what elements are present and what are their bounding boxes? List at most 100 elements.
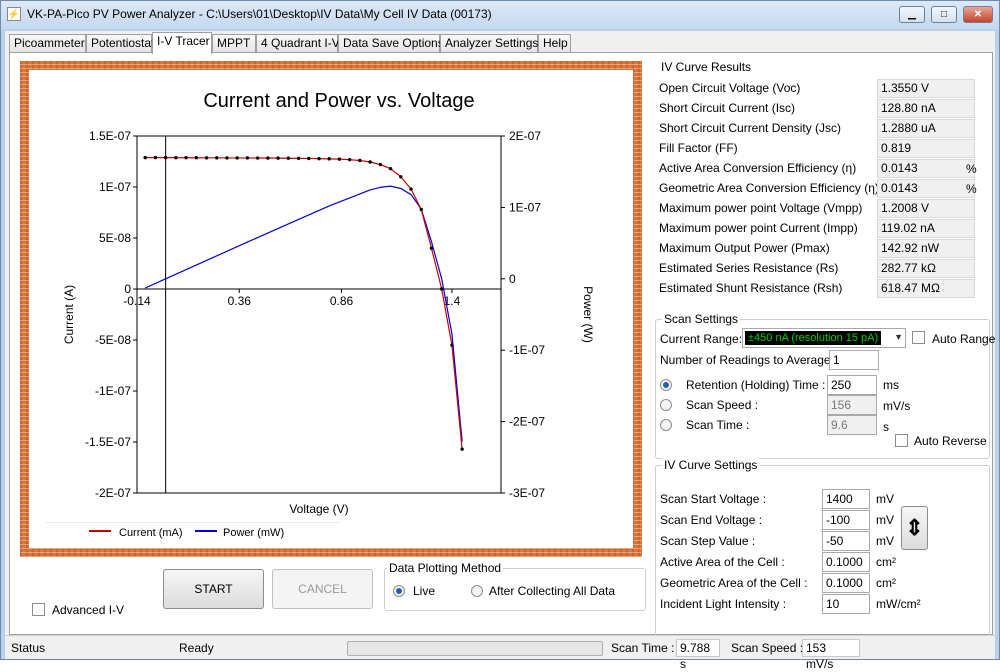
iv-setting-label: Geometric Area of the Cell : [660, 576, 808, 590]
after-collecting-radio[interactable] [471, 585, 483, 597]
x-tick-label: 0.36 [228, 294, 252, 308]
tab-mppt[interactable]: MPPT [212, 34, 256, 53]
current-data-point [194, 156, 199, 160]
result-label: Maximum Output Power (Pmax) [659, 241, 830, 255]
y2-tick-label: 2E-07 [509, 129, 541, 143]
result-value: 1.2008 V [877, 199, 975, 218]
readings-input[interactable]: 1 [829, 350, 879, 370]
y2-tick-label: -2E-07 [509, 415, 545, 429]
status-state: Ready [179, 641, 214, 655]
current-series-line [145, 157, 463, 450]
result-value: 0.819 [877, 139, 975, 158]
y-axis-label: Current (A) [62, 285, 76, 344]
scan-time-status-value: 9.788 s [676, 639, 720, 671]
up-down-arrow-icon[interactable]: ⇕ [901, 506, 928, 550]
current-range-value: ±450 nA (resolution 15 pA) [745, 331, 882, 345]
result-value: 1.2880 uA [877, 119, 975, 138]
tab-4-quadrant[interactable]: 4 Quadrant I-V [256, 34, 340, 53]
iv-setting-input[interactable]: 0.1000 [822, 552, 870, 572]
current-data-point [429, 246, 434, 250]
iv-tracer-panel: Current and Power vs. Voltage 1.5E-07 1E-0… [9, 52, 995, 643]
plot-method-group: Data Plotting Method Live After Collecti… [384, 561, 646, 611]
app-window: ⚡ VK-PA-Pico PV Power Analyzer - C:\User… [0, 0, 1000, 671]
tab-potentiostat[interactable]: Potentiostat [86, 34, 154, 53]
client-area: Picoammeter Potentiostat I-V Tracer MPPT… [5, 31, 995, 671]
iv-setting-input[interactable]: 1400 [822, 489, 870, 509]
iv-setting-unit: mV [876, 492, 894, 506]
advanced-iv-checkbox[interactable] [32, 603, 45, 616]
tab-analyzer-settings[interactable]: Analyzer Settings [440, 34, 538, 53]
y2-tick-label: 1E-07 [509, 200, 541, 214]
legend-power-label: Power (mW) [223, 527, 285, 539]
result-label: Active Area Conversion Efficiency (η) [659, 161, 857, 175]
tab-data-save-options[interactable]: Data Save Options [338, 34, 444, 53]
current-data-point [388, 166, 393, 171]
current-range-label: Current Range: [660, 332, 743, 346]
auto-reverse-checkbox[interactable] [895, 434, 908, 447]
iv-setting-unit: cm² [876, 555, 896, 569]
after-collecting-label: After Collecting All Data [489, 584, 616, 598]
current-range-select[interactable]: ±450 nA (resolution 15 pA) ▼ [742, 328, 906, 348]
current-data-point [358, 158, 362, 163]
iv-setting-unit: cm² [876, 576, 896, 590]
result-label: Short Circuit Current Density (Jsc) [659, 121, 842, 135]
result-value: 128.80 nA [877, 99, 975, 118]
current-data-point [409, 187, 413, 191]
scan-time-input[interactable]: 9.6 [827, 415, 877, 435]
close-button[interactable]: ✕ [963, 6, 993, 23]
current-data-point [460, 447, 464, 451]
maximize-button[interactable]: □ [931, 6, 957, 23]
auto-range-checkbox[interactable] [912, 331, 925, 344]
scan-settings-title: Scan Settings [662, 312, 741, 326]
x-tick-label: -0.14 [123, 294, 151, 308]
result-label: Estimated Shunt Resistance (Rsh) [659, 281, 843, 295]
window-title: VK-PA-Pico PV Power Analyzer - C:\Users\… [27, 7, 492, 21]
tab-picoammeter[interactable]: Picoammeter [9, 34, 86, 53]
retention-input[interactable]: 250 [827, 375, 877, 395]
results-group: IV Curve Results Open Circuit Voltage (V… [655, 60, 990, 301]
tab-iv-tracer[interactable]: I-V Tracer [152, 32, 212, 54]
retention-radio[interactable] [660, 379, 672, 391]
status-label: Status [11, 641, 46, 655]
iv-setting-input[interactable]: 10 [822, 594, 870, 614]
iv-settings-title: IV Curve Settings [662, 458, 760, 472]
y-tick-label: -1.5E-07 [85, 435, 131, 449]
readings-label: Number of Readings to Average : [660, 353, 838, 367]
tab-help[interactable]: Help [538, 34, 571, 53]
result-unit: % [966, 182, 977, 196]
current-data-point [317, 156, 321, 161]
current-data-point [204, 156, 209, 160]
y-tick-label: -5E-08 [95, 333, 131, 347]
y-tick-label: 5E-08 [99, 231, 131, 245]
iv-setting-input[interactable]: -100 [822, 510, 870, 530]
scan-time-radio[interactable] [660, 419, 672, 431]
iv-setting-unit: mV [876, 513, 894, 527]
cancel-button[interactable]: CANCEL [272, 569, 373, 609]
iv-setting-input[interactable]: 0.1000 [822, 573, 870, 593]
result-label: Estimated Series Resistance (Rs) [659, 261, 839, 275]
live-label: Live [413, 584, 436, 598]
minimize-button[interactable]: ▁ [899, 6, 925, 23]
y-tick-label: -1E-07 [95, 384, 131, 398]
y2-tick-label: 0 [509, 272, 516, 286]
result-value: 0.0143 [877, 179, 975, 198]
scan-speed-status-label: Scan Speed : [731, 641, 804, 655]
start-button[interactable]: START [163, 569, 264, 609]
iv-setting-label: Incident Light Intensity : [660, 597, 787, 611]
result-label: Short Circuit Current (Isc) [659, 101, 796, 115]
result-label: Geometric Area Conversion Efficiency (η) [659, 181, 879, 195]
iv-setting-input[interactable]: -50 [822, 531, 870, 551]
scan-settings-group: Scan Settings Current Range: ±450 nA (re… [655, 312, 995, 459]
legend-current-swatch [89, 530, 111, 532]
plot-area: Current and Power vs. Voltage 1.5E-07 1E-0… [29, 70, 633, 548]
iv-settings-group: IV Curve Settings Scan Start Voltage : 14… [655, 458, 990, 643]
scan-speed-input[interactable]: 156 [827, 395, 877, 415]
live-radio[interactable] [393, 585, 405, 597]
current-data-point [307, 156, 311, 161]
advanced-iv-label: Advanced I-V [52, 603, 125, 617]
iv-setting-label: Active Area of the Cell : [660, 555, 785, 569]
current-data-point [266, 156, 270, 160]
legend-power-swatch [195, 530, 217, 532]
scan-speed-radio[interactable] [660, 399, 672, 411]
scan-speed-status-value: 153 mV/s [802, 639, 860, 671]
